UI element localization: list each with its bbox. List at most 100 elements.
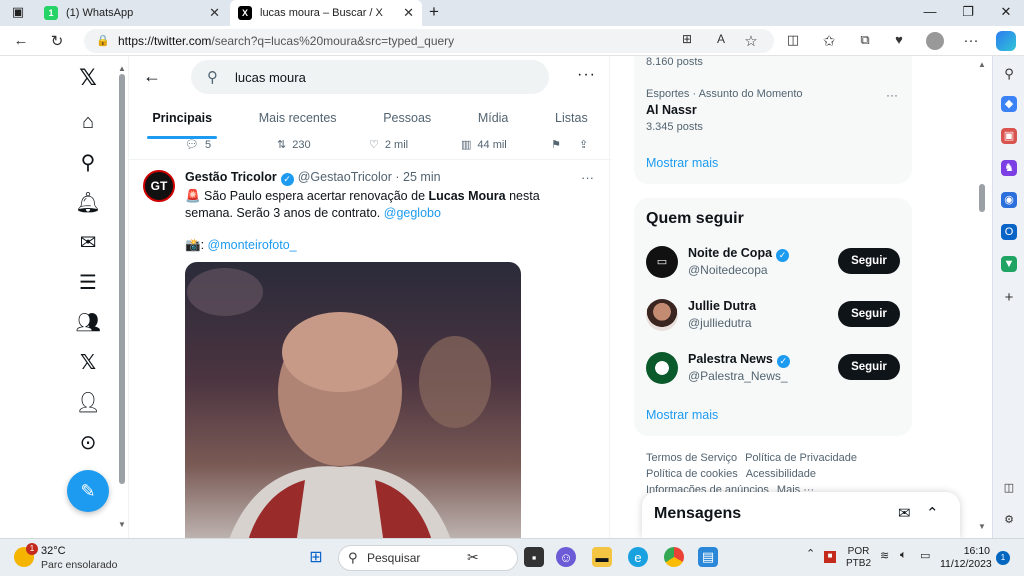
copilot-icon[interactable] <box>996 31 1016 51</box>
footer-link-cookies[interactable]: Política de cookies <box>646 468 738 480</box>
refresh-icon[interactable]: ↻ <box>48 32 66 50</box>
weather-condition[interactable]: Parc ensolarado <box>41 559 117 571</box>
bookmark-icon[interactable]: ⚑ <box>551 138 561 151</box>
premium-x-icon[interactable]: 𝕏 <box>76 350 100 374</box>
battery-icon[interactable]: ▭ <box>920 549 930 562</box>
avatar[interactable]: ▭ <box>646 246 678 278</box>
lists-icon[interactable]: ☰ <box>76 270 100 294</box>
page-scrollbar-thumb[interactable] <box>979 184 985 212</box>
close-tab-icon[interactable]: ✕ <box>209 5 220 21</box>
add-icon[interactable]: + <box>1001 290 1017 306</box>
extensions-icon[interactable]: ♥ <box>890 32 908 47</box>
games-icon[interactable]: ♞ <box>1001 160 1017 176</box>
clock[interactable]: 16:10 11/12/2023 <box>940 545 992 571</box>
back-icon[interactable]: ← <box>12 32 30 49</box>
drop-icon[interactable]: ▼ <box>1001 256 1017 272</box>
trend-more-icon[interactable]: ··· <box>886 88 898 102</box>
input-language[interactable]: POR PTB2 <box>846 546 871 570</box>
windows-start-icon[interactable]: ⊞ <box>306 547 326 567</box>
back-arrow-icon[interactable]: ← <box>143 66 161 87</box>
trends-show-more-link[interactable]: Mostrar mais <box>646 156 718 170</box>
new-message-icon[interactable]: ✉ <box>898 504 911 522</box>
scroll-down-arrow-icon[interactable]: ▼ <box>118 520 126 529</box>
avatar[interactable] <box>646 352 678 384</box>
close-window-icon[interactable]: ✕ <box>996 4 1016 20</box>
trend-item[interactable]: Esportes · Assunto do Momento Al Nassr 3… <box>646 88 902 136</box>
split-screen-icon[interactable]: ◫ <box>784 32 802 48</box>
favorite-star-icon[interactable]: ☆ <box>742 32 760 50</box>
outlook-icon[interactable]: O <box>1001 224 1017 240</box>
expand-chevron-icon[interactable]: ⌃ <box>926 504 939 522</box>
tab-lists[interactable]: Listas <box>532 104 611 140</box>
follow-suggestion[interactable]: Palestra News ✓ @Palestra_News_ Seguir <box>646 352 902 392</box>
page-scrollbar[interactable]: ▲ ▼ <box>976 56 988 538</box>
left-scrollbar[interactable]: ▲ ▼ <box>118 64 126 529</box>
profile-avatar-icon[interactable] <box>926 32 944 50</box>
avatar[interactable] <box>646 299 678 331</box>
notepad-icon[interactable]: ▤ <box>698 547 718 567</box>
explore-search-icon[interactable]: ⚲ <box>76 150 100 174</box>
weather-temperature[interactable]: 32°C <box>41 545 66 557</box>
like-action[interactable]: ♡ 2 mil <box>369 138 408 152</box>
speaker-muted-icon[interactable]: 🔈︎ <box>900 549 907 562</box>
chrome-icon[interactable] <box>664 547 684 567</box>
tab-media[interactable]: Mídia <box>454 104 531 140</box>
edge-browser-icon[interactable]: e <box>628 547 648 567</box>
microsoft-365-icon[interactable]: ◉ <box>1001 192 1017 208</box>
notification-count-badge[interactable]: 1 <box>996 551 1010 565</box>
more-circle-icon[interactable]: ⊙ <box>76 430 100 454</box>
tweet[interactable]: GT Gestão Tricolor ✓ @GestaoTricolor · 25 … <box>129 162 611 538</box>
profile-icon[interactable]: 👤︎ <box>75 390 100 414</box>
new-tab-icon[interactable]: + <box>424 2 444 22</box>
address-bar[interactable]: 🔒 https://twitter.com/search?q=lucas%20m… <box>84 29 774 53</box>
tweet-time[interactable]: · 25 min <box>395 170 440 184</box>
task-view-icon[interactable]: ▪ <box>524 547 544 567</box>
antivirus-icon[interactable]: ■ <box>824 551 836 563</box>
tweet-author-handle[interactable]: @GestaoTricolor <box>298 170 392 184</box>
scroll-up-arrow-icon[interactable]: ▲ <box>118 64 126 73</box>
avatar[interactable]: GT <box>143 170 175 202</box>
tab-people[interactable]: Pessoas <box>360 104 455 140</box>
follow-button[interactable]: Seguir <box>838 248 900 274</box>
follow-suggestion[interactable]: Jullie Dutra @julliedutra Seguir <box>646 299 902 339</box>
tab-latest[interactable]: Mais recentes <box>235 104 359 140</box>
scroll-down-arrow-icon[interactable]: ▼ <box>978 522 986 531</box>
tab-actions-icon[interactable]: ▣ <box>8 4 28 20</box>
scroll-up-arrow-icon[interactable]: ▲ <box>978 60 986 69</box>
retweet-action[interactable]: ⇅ 230 <box>277 138 311 152</box>
settings-gear-icon[interactable]: ⚙ <box>1001 512 1017 528</box>
chat-icon[interactable]: ☺ <box>556 547 576 567</box>
footer-link-terms[interactable]: Termos de Serviço <box>646 452 737 464</box>
follow-show-more-link[interactable]: Mostrar mais <box>646 408 718 422</box>
app-available-icon[interactable]: ⊞ <box>678 32 696 46</box>
tweet-more-icon[interactable]: ··· <box>581 170 594 185</box>
footer-link-privacy[interactable]: Política de Privacidade <box>745 452 857 464</box>
search-icon[interactable]: ⚲ <box>1001 66 1017 82</box>
footer-link-accessibility[interactable]: Acessibilidade <box>746 468 816 480</box>
compose-post-button[interactable]: ✎ <box>67 470 109 512</box>
follow-button[interactable]: Seguir <box>838 301 900 327</box>
notifications-bell-icon[interactable]: 🔔︎ <box>75 190 100 214</box>
mention-link[interactable]: @geglobo <box>384 206 441 220</box>
taskbar-search[interactable]: ⚲ Pesquisar ✂ <box>338 545 518 571</box>
sidebar-toggle-icon[interactable]: ◫ <box>1001 480 1017 496</box>
views-action[interactable]: ▥ 44 mil <box>461 138 507 152</box>
close-tab-icon[interactable]: ✕ <box>403 5 414 21</box>
restore-icon[interactable]: ❐ <box>958 4 978 20</box>
tag-icon[interactable]: ◆ <box>1001 96 1017 112</box>
tools-icon[interactable]: ▣ <box>1001 128 1017 144</box>
follow-button[interactable]: Seguir <box>838 354 900 380</box>
favorites-icon[interactable]: ✩ <box>820 32 838 50</box>
x-logo-icon[interactable]: 𝕏 <box>76 65 100 90</box>
search-input[interactable]: ⚲ lucas moura <box>191 60 549 94</box>
tab-whatsapp[interactable]: 1 (1) WhatsApp ✕ <box>36 0 228 26</box>
read-aloud-icon[interactable]: A <box>712 32 730 46</box>
search-options-icon[interactable]: ··· <box>577 66 596 84</box>
show-hidden-icons-icon[interactable]: ⌃ <box>806 547 815 560</box>
reply-action[interactable]: 💬︎ 5 <box>185 138 211 152</box>
home-icon[interactable]: ⌂ <box>76 110 100 134</box>
left-scrollbar-thumb[interactable] <box>119 74 125 484</box>
mention-link[interactable]: @monteirofoto_ <box>208 238 297 252</box>
tab-top[interactable]: Principais <box>129 104 235 140</box>
collections-icon[interactable]: ⧉ <box>856 32 874 48</box>
